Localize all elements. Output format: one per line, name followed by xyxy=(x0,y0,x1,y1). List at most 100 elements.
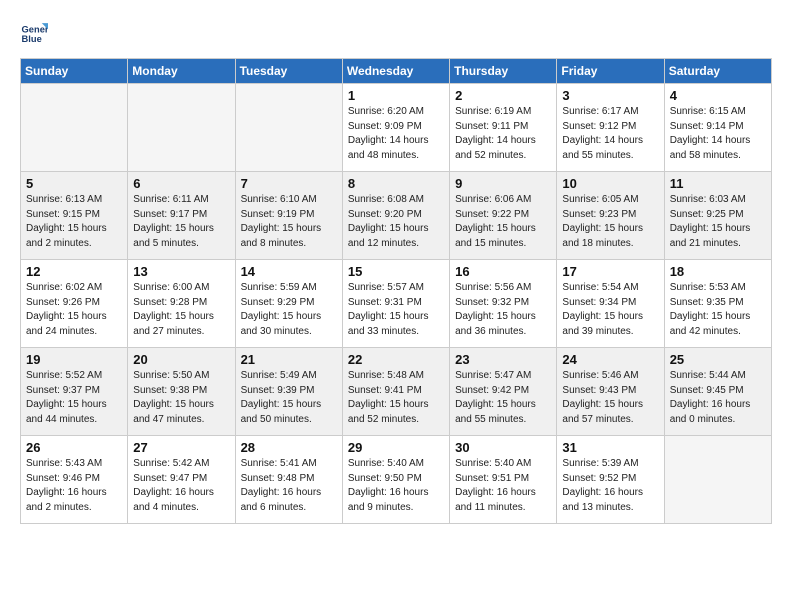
calendar-cell: 30 Sunrise: 5:40 AM Sunset: 9:51 PM Dayli… xyxy=(450,436,557,524)
calendar-cell: 12Sunrise: 6:02 AM Sunset: 9:26 PM Dayli… xyxy=(21,260,128,348)
day-number: 26 xyxy=(26,440,122,455)
calendar-cell: 5 Sunrise: 6:13 AM Sunset: 9:15 PM Daylig… xyxy=(21,172,128,260)
day-info: Sunrise: 6:03 AM Sunset: 9:25 PM Dayligh… xyxy=(670,193,766,251)
calendar-cell xyxy=(235,84,342,172)
logo-icon: General Blue xyxy=(20,20,48,48)
svg-text:Blue: Blue xyxy=(22,34,42,44)
day-info: Sunrise: 6:17 AM Sunset: 9:12 PM Dayligh… xyxy=(562,105,658,163)
calendar-cell: 15Sunrise: 5:57 AM Sunset: 9:31 PM Dayli… xyxy=(342,260,449,348)
calendar-cell: 27Sunrise: 5:42 AM Sunset: 9:47 PM Dayli… xyxy=(128,436,235,524)
day-info: Sunrise: 5:50 AM Sunset: 9:38 PM Dayligh… xyxy=(133,369,229,427)
day-info: Sunrise: 5:40 AM Sunset: 9:51 PM Dayligh… xyxy=(455,457,551,515)
day-number: 1 xyxy=(348,88,444,103)
day-info: Sunrise: 5:46 AM Sunset: 9:43 PM Dayligh… xyxy=(562,369,658,427)
day-info: Sunrise: 5:42 AM Sunset: 9:47 PM Dayligh… xyxy=(133,457,229,515)
calendar-cell: 8 Sunrise: 6:08 AM Sunset: 9:20 PM Daylig… xyxy=(342,172,449,260)
day-number: 25 xyxy=(670,352,766,367)
header: General Blue xyxy=(20,20,772,48)
day-info: Sunrise: 5:56 AM Sunset: 9:32 PM Dayligh… xyxy=(455,281,551,339)
day-number: 5 xyxy=(26,176,122,191)
calendar-cell: 6 Sunrise: 6:11 AM Sunset: 9:17 PM Daylig… xyxy=(128,172,235,260)
day-number: 4 xyxy=(670,88,766,103)
weekday-header-friday: Friday xyxy=(557,59,664,84)
day-number: 11 xyxy=(670,176,766,191)
calendar-cell: 1 Sunrise: 6:20 AM Sunset: 9:09 PM Daylig… xyxy=(342,84,449,172)
weekday-header-tuesday: Tuesday xyxy=(235,59,342,84)
calendar-cell xyxy=(21,84,128,172)
calendar-cell: 3 Sunrise: 6:17 AM Sunset: 9:12 PM Daylig… xyxy=(557,84,664,172)
calendar-cell: 14Sunrise: 5:59 AM Sunset: 9:29 PM Dayli… xyxy=(235,260,342,348)
calendar-cell: 26 Sunrise: 5:43 AM Sunset: 9:46 PM Dayli… xyxy=(21,436,128,524)
day-number: 3 xyxy=(562,88,658,103)
svg-text:General: General xyxy=(22,24,48,34)
day-number: 30 xyxy=(455,440,551,455)
day-info: Sunrise: 5:39 AM Sunset: 9:52 PM Dayligh… xyxy=(562,457,658,515)
day-number: 2 xyxy=(455,88,551,103)
day-info: Sunrise: 5:57 AM Sunset: 9:31 PM Dayligh… xyxy=(348,281,444,339)
day-number: 6 xyxy=(133,176,229,191)
day-number: 8 xyxy=(348,176,444,191)
day-number: 12 xyxy=(26,264,122,279)
day-info: Sunrise: 5:52 AM Sunset: 9:37 PM Dayligh… xyxy=(26,369,122,427)
calendar-cell: 24 Sunrise: 5:46 AM Sunset: 9:43 PM Dayli… xyxy=(557,348,664,436)
day-number: 17 xyxy=(562,264,658,279)
day-info: Sunrise: 6:13 AM Sunset: 9:15 PM Dayligh… xyxy=(26,193,122,251)
day-info: Sunrise: 5:48 AM Sunset: 9:41 PM Dayligh… xyxy=(348,369,444,427)
day-info: Sunrise: 5:47 AM Sunset: 9:42 PM Dayligh… xyxy=(455,369,551,427)
day-number: 13 xyxy=(133,264,229,279)
calendar-cell xyxy=(128,84,235,172)
day-number: 22 xyxy=(348,352,444,367)
day-info: Sunrise: 5:44 AM Sunset: 9:45 PM Dayligh… xyxy=(670,369,766,427)
calendar-table: SundayMondayTuesdayWednesdayThursdayFrid… xyxy=(20,58,772,524)
day-number: 19 xyxy=(26,352,122,367)
day-number: 16 xyxy=(455,264,551,279)
calendar-cell: 20 Sunrise: 5:50 AM Sunset: 9:38 PM Dayli… xyxy=(128,348,235,436)
calendar-cell: 18 Sunrise: 5:53 AM Sunset: 9:35 PM Dayli… xyxy=(664,260,771,348)
day-info: Sunrise: 6:19 AM Sunset: 9:11 PM Dayligh… xyxy=(455,105,551,163)
calendar-cell xyxy=(664,436,771,524)
calendar-cell: 11 Sunrise: 6:03 AM Sunset: 9:25 PM Dayli… xyxy=(664,172,771,260)
day-info: Sunrise: 6:20 AM Sunset: 9:09 PM Dayligh… xyxy=(348,105,444,163)
day-info: Sunrise: 6:06 AM Sunset: 9:22 PM Dayligh… xyxy=(455,193,551,251)
calendar-cell: 29 Sunrise: 5:40 AM Sunset: 9:50 PM Dayli… xyxy=(342,436,449,524)
calendar-cell: 31 Sunrise: 5:39 AM Sunset: 9:52 PM Dayli… xyxy=(557,436,664,524)
day-info: Sunrise: 6:15 AM Sunset: 9:14 PM Dayligh… xyxy=(670,105,766,163)
day-info: Sunrise: 6:11 AM Sunset: 9:17 PM Dayligh… xyxy=(133,193,229,251)
day-info: Sunrise: 5:43 AM Sunset: 9:46 PM Dayligh… xyxy=(26,457,122,515)
day-info: Sunrise: 5:40 AM Sunset: 9:50 PM Dayligh… xyxy=(348,457,444,515)
calendar-cell: 22 Sunrise: 5:48 AM Sunset: 9:41 PM Dayli… xyxy=(342,348,449,436)
day-number: 21 xyxy=(241,352,337,367)
calendar-cell: 23 Sunrise: 5:47 AM Sunset: 9:42 PM Dayli… xyxy=(450,348,557,436)
day-info: Sunrise: 6:08 AM Sunset: 9:20 PM Dayligh… xyxy=(348,193,444,251)
day-number: 24 xyxy=(562,352,658,367)
calendar-cell: 4 Sunrise: 6:15 AM Sunset: 9:14 PM Daylig… xyxy=(664,84,771,172)
logo: General Blue xyxy=(20,20,52,48)
calendar-cell: 10 Sunrise: 6:05 AM Sunset: 9:23 PM Dayli… xyxy=(557,172,664,260)
day-info: Sunrise: 6:10 AM Sunset: 9:19 PM Dayligh… xyxy=(241,193,337,251)
calendar-cell: 9 Sunrise: 6:06 AM Sunset: 9:22 PM Daylig… xyxy=(450,172,557,260)
day-info: Sunrise: 5:49 AM Sunset: 9:39 PM Dayligh… xyxy=(241,369,337,427)
calendar-cell: 7 Sunrise: 6:10 AM Sunset: 9:19 PM Daylig… xyxy=(235,172,342,260)
day-info: Sunrise: 5:54 AM Sunset: 9:34 PM Dayligh… xyxy=(562,281,658,339)
calendar-cell: 13 Sunrise: 6:00 AM Sunset: 9:28 PM Dayli… xyxy=(128,260,235,348)
day-number: 31 xyxy=(562,440,658,455)
weekday-header-wednesday: Wednesday xyxy=(342,59,449,84)
calendar-cell: 19 Sunrise: 5:52 AM Sunset: 9:37 PM Dayli… xyxy=(21,348,128,436)
calendar-cell: 2 Sunrise: 6:19 AM Sunset: 9:11 PM Daylig… xyxy=(450,84,557,172)
day-number: 20 xyxy=(133,352,229,367)
day-info: Sunrise: 5:53 AM Sunset: 9:35 PM Dayligh… xyxy=(670,281,766,339)
day-number: 23 xyxy=(455,352,551,367)
day-info: Sunrise: 6:00 AM Sunset: 9:28 PM Dayligh… xyxy=(133,281,229,339)
day-number: 10 xyxy=(562,176,658,191)
calendar-cell: 16 Sunrise: 5:56 AM Sunset: 9:32 PM Dayli… xyxy=(450,260,557,348)
day-number: 29 xyxy=(348,440,444,455)
weekday-header-thursday: Thursday xyxy=(450,59,557,84)
day-info: Sunrise: 6:05 AM Sunset: 9:23 PM Dayligh… xyxy=(562,193,658,251)
day-info: Sunrise: 5:59 AM Sunset: 9:29 PM Dayligh… xyxy=(241,281,337,339)
day-number: 18 xyxy=(670,264,766,279)
day-number: 9 xyxy=(455,176,551,191)
day-info: Sunrise: 5:41 AM Sunset: 9:48 PM Dayligh… xyxy=(241,457,337,515)
day-number: 7 xyxy=(241,176,337,191)
day-number: 28 xyxy=(241,440,337,455)
weekday-header-saturday: Saturday xyxy=(664,59,771,84)
